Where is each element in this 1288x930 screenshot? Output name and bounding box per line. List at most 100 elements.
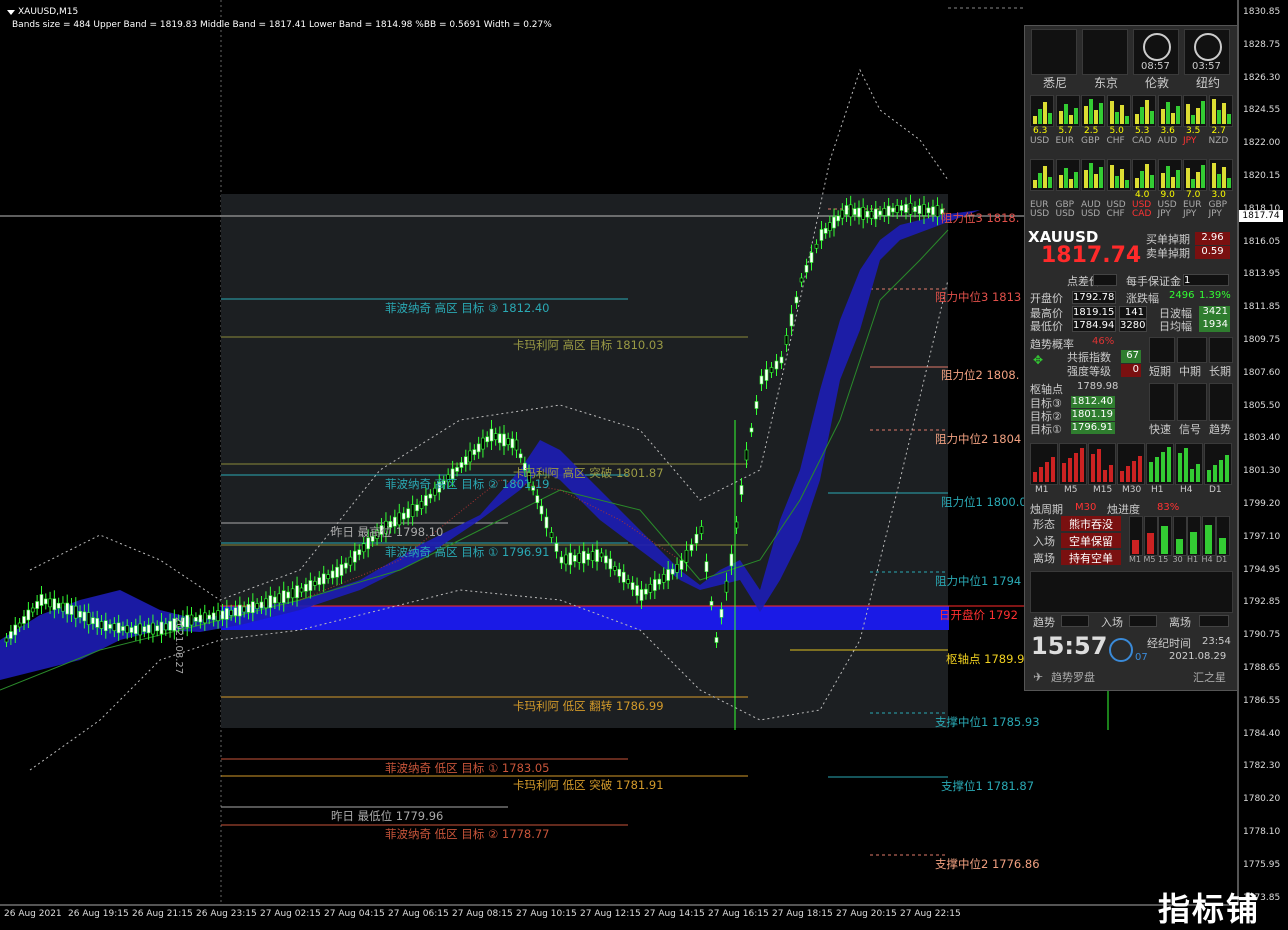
cam-low-break-label: 卡玛利阿 低区 突破 1781.91 xyxy=(513,778,664,792)
candle-body xyxy=(754,401,759,409)
margin-label: 每手保证金 xyxy=(1126,275,1181,288)
tf-meter xyxy=(1204,443,1232,485)
tf-meter-bar xyxy=(1132,461,1136,482)
candle-body xyxy=(895,205,900,213)
pair-strength-value: 9.0 xyxy=(1160,190,1175,200)
price-axis-label: 1811.85 xyxy=(1243,302,1281,313)
candle-body xyxy=(125,625,130,634)
candle-body xyxy=(535,495,540,503)
resistance-1-label: 阻力位1 1800.0 xyxy=(941,495,1027,509)
candle-body xyxy=(861,207,865,220)
currency-strength-label: CAD xyxy=(1132,136,1152,146)
candle-body xyxy=(146,624,151,634)
candle-body xyxy=(321,573,326,585)
candle-body xyxy=(163,623,168,631)
candle-body xyxy=(155,625,160,632)
candle-body xyxy=(52,598,57,611)
candle-body xyxy=(142,626,147,632)
entry-value: 空单保留 xyxy=(1061,533,1121,548)
price-axis-label: 1824.55 xyxy=(1243,105,1281,116)
candle-body xyxy=(613,566,617,571)
big-time: 15:57 xyxy=(1031,632,1108,660)
pair-strength-meter-bar xyxy=(1191,179,1195,188)
exit-bottom-label: 离场 xyxy=(1169,616,1191,629)
candle-body xyxy=(489,428,494,442)
tf-meter-bar xyxy=(1190,469,1194,482)
currency-strength-meter-bar xyxy=(1211,99,1216,124)
candle-body xyxy=(151,622,155,635)
candle-body xyxy=(840,209,845,219)
candle-body xyxy=(330,570,335,579)
tf-meter xyxy=(1088,443,1116,485)
candle-body xyxy=(22,616,26,624)
resistance-mid-2-label: 阻力中位2 1804 xyxy=(935,432,1022,446)
trend-prob-value: 46% xyxy=(1092,336,1115,347)
candle-body xyxy=(670,568,675,575)
resistance-mid-3-label: 阻力中位3 1813 xyxy=(935,290,1022,304)
candle-body xyxy=(168,620,172,631)
pair-strength-meter-bar xyxy=(1109,165,1114,188)
currency-strength-meter-bar xyxy=(1170,113,1175,124)
pair-strength-label: JPY xyxy=(1157,209,1171,219)
chart-menu-arrow-icon[interactable] xyxy=(7,10,15,15)
tf-meter-bar xyxy=(1219,460,1223,482)
mini-tf-label: D1 xyxy=(1216,555,1228,564)
pair-strength-label: USD xyxy=(1055,209,1075,219)
candle-body xyxy=(259,601,264,609)
tf-meter-bar xyxy=(1213,465,1217,482)
candle-body xyxy=(564,554,568,565)
candle-body xyxy=(69,605,74,615)
candle-body xyxy=(704,561,709,572)
currency-strength-meter-bar xyxy=(1068,115,1073,124)
pair-strength-meter-bar xyxy=(1084,170,1088,188)
cycle-tf: M30 xyxy=(1075,502,1097,513)
day-number: 07 xyxy=(1135,652,1148,663)
currency-strength-label: NZD xyxy=(1208,136,1229,146)
candle-body xyxy=(216,610,220,622)
candle-body xyxy=(865,210,870,218)
candle-body xyxy=(724,580,729,593)
trend-bottom-value xyxy=(1061,615,1089,627)
candle-body xyxy=(73,605,78,619)
fib-low-1-label: 菲波纳奇 低区 目标 ① 1783.05 xyxy=(385,761,550,775)
shape-value: 熊市吞没 xyxy=(1061,516,1121,531)
time-axis-label: 27 Aug 20:15 xyxy=(836,909,897,919)
candle-body xyxy=(410,504,415,517)
sell-swap-value: 0.59 xyxy=(1195,246,1230,259)
currency-strength-value: 2.7 xyxy=(1211,126,1226,136)
target1-label: 目标① xyxy=(1030,423,1062,436)
high-points: 141 xyxy=(1119,306,1147,319)
currency-strength-value: 2.5 xyxy=(1084,126,1099,136)
strength-value: 0 xyxy=(1121,364,1141,377)
yest-high-label: 昨日 最高位 1798.10 xyxy=(331,525,444,539)
candle-body xyxy=(559,556,564,564)
tf-meter-bar xyxy=(1045,462,1049,482)
candle-body xyxy=(878,210,882,216)
price-axis-label: 1775.95 xyxy=(1243,859,1281,870)
pair-strength-label: USD xyxy=(1030,209,1050,219)
pair-strength-value: 4.0 xyxy=(1135,190,1150,200)
candle-body xyxy=(832,216,836,229)
candle-body xyxy=(699,526,704,534)
pair-strength-meter-bar xyxy=(1033,180,1037,188)
tf-meter-bar xyxy=(1097,449,1101,482)
fast-label: 快速 xyxy=(1149,423,1171,436)
margin-value: 1 xyxy=(1183,274,1229,286)
candle-body xyxy=(729,553,734,567)
currency-strength-label: CHF xyxy=(1106,136,1125,146)
candle-body xyxy=(185,614,190,628)
target2-value: 1801.19 xyxy=(1071,409,1115,421)
currency-strength-meter-bar xyxy=(1135,114,1139,124)
candle-body xyxy=(43,598,48,605)
time-axis-label: 26 Aug 19:15 xyxy=(68,909,129,919)
currency-strength-meter xyxy=(1055,95,1080,127)
candle-body xyxy=(295,585,299,598)
candle-body xyxy=(848,204,853,218)
tf-meter-bar xyxy=(1068,458,1072,482)
pair-strength-meter-bar xyxy=(1175,170,1180,188)
mini-tf-meter-bar xyxy=(1146,533,1154,554)
tf-meter-bar xyxy=(1149,462,1153,482)
candle-body xyxy=(644,588,648,595)
candle-body xyxy=(608,558,613,570)
currency-strength-meter-bar xyxy=(1099,103,1103,124)
